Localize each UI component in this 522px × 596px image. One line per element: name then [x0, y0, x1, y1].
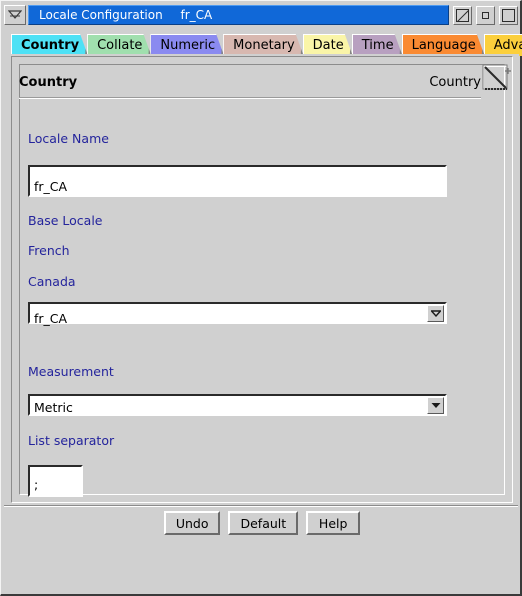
diagonal-box-icon [456, 8, 469, 22]
title-bar: Locale Configuration fr_CA [4, 4, 518, 26]
tab-label: Country [21, 38, 80, 53]
tab-time[interactable]: Time [352, 34, 403, 56]
tab-label: Monetary [233, 38, 295, 53]
default-button[interactable]: Default [228, 511, 299, 535]
small-square-icon [482, 11, 489, 19]
tab-advanced[interactable]: Advanced [484, 34, 522, 56]
window-title-text: Locale Configuration [39, 8, 163, 22]
base-locale-country-value: Canada [28, 274, 76, 289]
measurement-label: Measurement [28, 364, 114, 379]
list-separator-label: List separator [28, 433, 115, 448]
measurement-combo[interactable]: Metric [28, 394, 447, 416]
window-title: Locale Configuration fr_CA [28, 5, 449, 25]
measurement-value: Metric [34, 400, 73, 415]
window-menu-icon [8, 10, 22, 19]
content-panel-inner [19, 64, 505, 495]
tab-bar: Country Collate Numeric Monetary Date Time Lan… [11, 32, 519, 56]
minimize-button[interactable] [476, 5, 495, 25]
base-locale-combo[interactable]: fr_CA [28, 302, 447, 326]
help-button[interactable]: Help [306, 511, 361, 535]
locale-name-value: fr_CA [34, 179, 68, 194]
base-locale-combo-value: fr_CA [34, 311, 68, 326]
chevron-down-icon [430, 310, 441, 317]
tab-date[interactable]: Date [303, 34, 353, 56]
button-bar-divider [4, 505, 518, 507]
restore-button[interactable] [453, 5, 472, 25]
tab-monetary[interactable]: Monetary [223, 34, 304, 56]
page-title-right: Country [429, 74, 481, 90]
button-bar: Undo Default Help [1, 511, 522, 535]
page-title: Country [19, 74, 78, 90]
tab-label: Numeric [160, 38, 216, 53]
tab-label: Collate [97, 38, 143, 53]
list-separator-value: ; [34, 477, 39, 492]
panel-header: Country Country [19, 69, 487, 95]
tab-collate[interactable]: Collate [87, 34, 151, 56]
undo-button[interactable]: Undo [163, 511, 221, 535]
base-locale-combo-arrow-button[interactable] [427, 305, 444, 322]
tab-label: Language [411, 38, 476, 53]
tab-label: Date [312, 38, 344, 53]
tab-numeric[interactable]: Numeric [150, 34, 224, 56]
base-locale-label: Base Locale [28, 213, 103, 228]
chevron-down-icon [431, 403, 440, 408]
locale-name-input[interactable]: fr_CA [28, 165, 447, 197]
large-square-icon [502, 8, 515, 22]
measurement-combo-arrow-button[interactable] [427, 397, 444, 414]
tab-label: Advanced [493, 38, 519, 53]
tab-country[interactable]: Country [11, 34, 88, 56]
maximize-button[interactable] [499, 5, 518, 25]
window-menu-button[interactable] [4, 5, 26, 25]
window-title-suffix: fr_CA [180, 8, 213, 22]
tab-language[interactable]: Language [402, 34, 485, 56]
locale-name-label: Locale Name [28, 131, 109, 146]
base-locale-language-value: French [28, 243, 70, 258]
tab-label: Time [361, 38, 394, 53]
page-fold-tearoff-icon[interactable] [481, 63, 513, 95]
application-window: Locale Configuration fr_CA Country Collat… [0, 0, 522, 596]
header-divider [19, 97, 481, 99]
list-separator-input[interactable]: ; [28, 465, 83, 497]
